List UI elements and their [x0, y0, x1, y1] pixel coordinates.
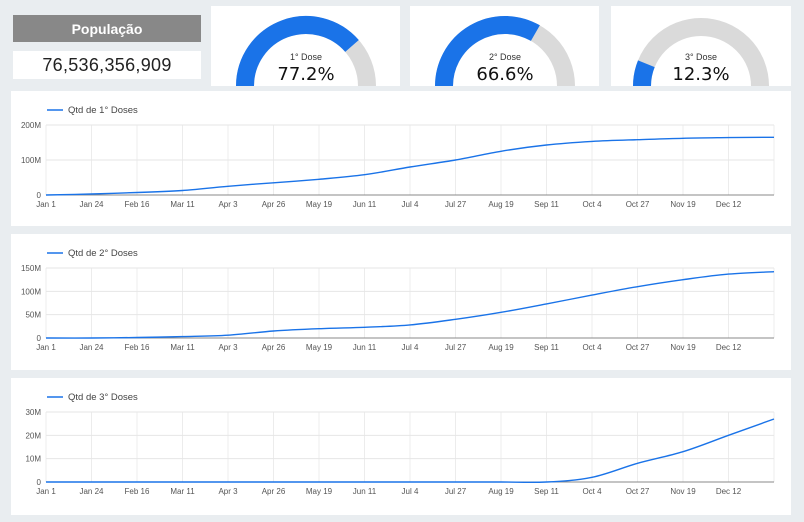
- line-chart-dose-3: 0 10M 20M 30M Jan 1 Jan 24 Feb 16 Mar 11 Apr 3 A…: [25, 392, 775, 496]
- grid: [45, 124, 775, 196]
- x-tick-label: Jan 24: [79, 487, 104, 496]
- line-chart-dose-1: 0 100M 200M Jan 1 Jan 24 Feb 16 Mar 11 Apr 3 Ap…: [21, 105, 775, 209]
- gauge-card-dose-2: 2° Dose 66.6%: [410, 6, 599, 86]
- y-axis: 0 10M 20M 30M: [25, 408, 41, 487]
- x-tick-label: Jun 11: [353, 343, 377, 352]
- population-title: População: [13, 15, 201, 42]
- x-tick-label: Apr 26: [262, 343, 286, 352]
- gauge-card-dose-3: 3° Dose 12.3%: [611, 6, 791, 86]
- x-tick-label: Jan 24: [79, 343, 104, 352]
- y-axis: 0 50M 100M 150M: [21, 264, 42, 343]
- x-tick-label: Jul 27: [445, 200, 467, 209]
- x-tick-label: Aug 19: [488, 343, 514, 352]
- gauge-label: 2° Dose: [489, 52, 521, 62]
- y-tick-label: 30M: [25, 408, 41, 417]
- x-tick-label: Mar 11: [170, 343, 195, 352]
- gauge-dose-2: 2° Dose 66.6%: [435, 16, 575, 86]
- x-tick-label: Oct 4: [582, 343, 602, 352]
- gauge-fill: [633, 60, 655, 86]
- chart-card-dose-2: 0 50M 100M 150M Jan 1 Jan 24 Feb 16 Mar 11 Apr …: [11, 234, 791, 370]
- x-tick-label: Oct 27: [626, 487, 650, 496]
- gauge-dose-1: 1° Dose 77.2%: [236, 16, 376, 86]
- x-tick-label: Jan 1: [36, 200, 56, 209]
- gauge-label: 3° Dose: [685, 52, 717, 62]
- x-tick-label: Nov 19: [670, 343, 696, 352]
- x-tick-label: Jul 4: [402, 200, 419, 209]
- x-tick-label: May 19: [306, 343, 333, 352]
- legend-label: Qtd de 1° Doses: [68, 105, 138, 116]
- x-tick-label: Apr 26: [262, 200, 286, 209]
- x-tick-label: Jul 4: [402, 487, 419, 496]
- x-tick-label: Jul 27: [445, 487, 467, 496]
- x-axis: Jan 1 Jan 24 Feb 16 Mar 11 Apr 3 Apr 26 May 19…: [36, 487, 742, 496]
- grid: [45, 267, 775, 339]
- gauge-value: 12.3%: [672, 64, 729, 85]
- x-axis: Jan 1 Jan 24 Feb 16 Mar 11 Apr 3 Apr 26 May 19…: [36, 200, 742, 209]
- x-tick-label: Dec 12: [716, 343, 742, 352]
- chart-card-dose-3: 0 10M 20M 30M Jan 1 Jan 24 Feb 16 Mar 11 Apr 3 A…: [11, 378, 791, 515]
- y-tick-label: 100M: [21, 287, 41, 296]
- y-tick-label: 50M: [25, 311, 41, 320]
- x-tick-label: Oct 27: [626, 343, 650, 352]
- x-tick-label: Sep 11: [534, 200, 559, 209]
- y-tick-label: 100M: [21, 156, 41, 165]
- x-tick-label: Jan 24: [79, 200, 104, 209]
- x-tick-label: Apr 26: [262, 487, 286, 496]
- legend-label: Qtd de 3° Doses: [68, 392, 138, 403]
- x-tick-label: May 19: [306, 487, 333, 496]
- y-tick-label: 0: [37, 478, 42, 487]
- x-tick-label: Apr 3: [218, 200, 238, 209]
- gauge-dose-3: 3° Dose 12.3%: [633, 18, 769, 86]
- x-tick-label: Jan 1: [36, 343, 56, 352]
- x-tick-label: Feb 16: [125, 487, 150, 496]
- legend-label: Qtd de 2° Doses: [68, 248, 138, 259]
- y-tick-label: 150M: [21, 264, 41, 273]
- chart-card-dose-1: 0 100M 200M Jan 1 Jan 24 Feb 16 Mar 11 Apr 3 Ap…: [11, 91, 791, 226]
- line-chart-dose-2: 0 50M 100M 150M Jan 1 Jan 24 Feb 16 Mar 11 Apr …: [21, 248, 775, 352]
- x-tick-label: Jun 11: [353, 487, 377, 496]
- x-tick-label: Jul 4: [402, 343, 419, 352]
- x-tick-label: Dec 12: [716, 487, 742, 496]
- x-tick-label: Oct 4: [582, 487, 602, 496]
- x-tick-label: May 19: [306, 200, 333, 209]
- x-tick-label: Aug 19: [488, 487, 514, 496]
- x-tick-label: Jan 1: [36, 487, 56, 496]
- gauge-label: 1° Dose: [290, 52, 322, 62]
- x-tick-label: Dec 12: [716, 200, 742, 209]
- x-tick-label: Apr 3: [218, 487, 238, 496]
- x-tick-label: Jun 11: [353, 200, 377, 209]
- y-tick-label: 10M: [25, 455, 41, 464]
- y-tick-label: 0: [37, 334, 42, 343]
- y-tick-label: 0: [37, 191, 42, 200]
- x-tick-label: Aug 19: [488, 200, 514, 209]
- grid: [45, 411, 775, 483]
- gauge-value: 77.2%: [277, 64, 334, 85]
- x-tick-label: Feb 16: [125, 343, 150, 352]
- gauge-card-dose-1: 1° Dose 77.2%: [211, 6, 400, 86]
- x-axis: Jan 1 Jan 24 Feb 16 Mar 11 Apr 3 Apr 26 May 19…: [36, 343, 742, 352]
- population-value: 76,536,356,909: [13, 51, 201, 79]
- x-tick-label: Nov 19: [670, 487, 696, 496]
- x-tick-label: Mar 11: [170, 487, 195, 496]
- x-tick-label: Feb 16: [125, 200, 150, 209]
- x-tick-label: Sep 11: [534, 487, 559, 496]
- x-tick-label: Nov 19: [670, 200, 696, 209]
- x-tick-label: Jul 27: [445, 343, 467, 352]
- x-tick-label: Oct 4: [582, 200, 602, 209]
- x-tick-label: Oct 27: [626, 200, 650, 209]
- x-tick-label: Sep 11: [534, 343, 559, 352]
- gauge-value: 66.6%: [476, 64, 533, 85]
- x-tick-label: Apr 3: [218, 343, 238, 352]
- y-axis: 0 100M 200M: [21, 121, 42, 200]
- y-tick-label: 20M: [25, 431, 41, 440]
- x-tick-label: Mar 11: [170, 200, 195, 209]
- y-tick-label: 200M: [21, 121, 41, 130]
